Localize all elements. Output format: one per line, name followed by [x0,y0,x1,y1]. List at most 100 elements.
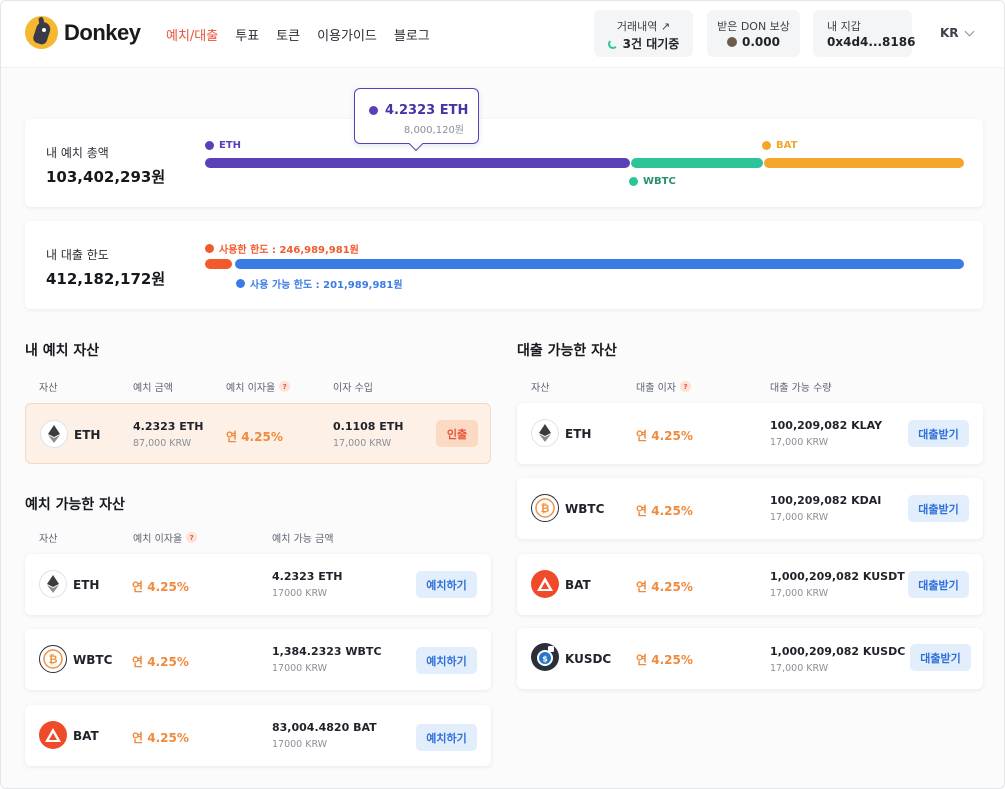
tooltip-amount: 4.2323 ETH [385,103,469,118]
asset-name: KUSDC [565,652,612,666]
col-interest: 이자 수입 [333,383,373,394]
depositable-amount-krw: 17000 KRW [272,588,328,599]
history-box[interactable]: 거래내역 ↗ 3건 대기중 [594,10,693,57]
asset-name: ETH [565,427,592,441]
help-icon[interactable]: ? [186,532,198,543]
my-deposit-row-eth[interactable]: ETH 4.2323 ETH 87,000 KRW 연 4.25% 0.1108… [25,403,491,464]
deposit-rate: 연 4.25% [132,731,189,745]
borrowable-row-eth[interactable]: ETH 연 4.25% 100,209,082 KLAY 17,000 KRW … [517,403,983,464]
borrow-button[interactable]: 대출받기 [908,495,969,522]
my-deposits-title: 내 예치 자산 [25,343,100,359]
wallet-label: 내 지갑 [827,20,861,33]
wallet-box[interactable]: 내 지갑 0x4d4...8186 [813,10,916,57]
borrowable-amount: 1,000,209,082 KUSDC [770,645,906,658]
borrowable-row-bat[interactable]: BAT 연 4.25% 1,000,209,082 KUSDT 17,000 K… [517,554,983,615]
col-asset: 자산 [39,534,58,545]
asset-name: ETH [73,578,100,592]
wallet-address: 0x4d4...8186 [827,35,916,49]
legend-used: 사용한 한도 : 246,989,981원 [205,241,359,256]
language-selector[interactable]: KR [940,26,974,40]
wbtc-icon: ₿ [531,494,559,522]
deposit-summary-card: 내 예치 총액 103,402,293원 ETH BAT WBTC [25,119,983,207]
svg-text:₿: ₿ [49,653,58,666]
nav-vote[interactable]: 투표 [235,25,259,44]
depositable-amount-krw: 17000 KRW [272,663,328,674]
col-deposit-rate: 예치 이자율? [133,530,198,545]
nav-blog[interactable]: 블로그 [394,25,430,44]
help-icon[interactable]: ? [279,381,291,392]
borrowable-amount-krw: 17,000 KRW [770,437,829,448]
col-loan-rate-label: 대출 이자 [636,383,676,394]
legend-wbtc-label: WBTC [643,176,676,187]
wbtc-bar-segment[interactable] [631,158,763,168]
loan-rate: 연 4.25% [636,429,693,443]
eth-dot-icon [205,141,214,150]
reward-label: 받은 DON 보상 [717,20,790,33]
col-deposit-rate-label: 예치 이자율 [226,383,276,394]
col-asset: 자산 [531,383,550,394]
used-dot-icon [205,244,214,253]
interest-amount: 0.1108 ETH [333,420,404,433]
col-deposit-amount: 예치 금액 [133,383,173,394]
depositable-row-eth[interactable]: ETH 연 4.25% 4.2323 ETH 17000 KRW 예치하기 [25,554,491,615]
bat-bar-segment[interactable] [764,158,964,168]
asset-name: ETH [74,428,101,442]
tooltip-dot-icon [369,106,378,115]
borrow-button[interactable]: 대출받기 [910,644,971,671]
borrowable-row-wbtc[interactable]: ₿ WBTC 연 4.25% 100,209,082 KDAI 17,000 K… [517,478,983,539]
available-dot-icon [236,279,245,288]
borrow-button[interactable]: 대출받기 [908,571,969,598]
available-bar-segment[interactable] [235,259,964,269]
deposit-rate: 연 4.25% [132,655,189,669]
history-value: 3건 대기중 [622,37,680,51]
deposit-button[interactable]: 예치하기 [416,724,477,751]
depositable-amount: 4.2323 ETH [272,570,343,583]
borrowable-row-kusdc[interactable]: $ KUSDC 연 4.25% 1,000,209,082 KUSDC 17,0… [517,628,983,689]
chevron-down-icon [964,26,974,36]
deposit-button[interactable]: 예치하기 [416,647,477,674]
legend-bat-label: BAT [776,140,798,151]
deposit-amount-krw: 87,000 KRW [133,438,192,449]
svg-text:₿: ₿ [541,502,550,515]
deposit-rate: 연 4.25% [132,580,189,594]
deposit-button[interactable]: 예치하기 [416,571,477,598]
depositable-title: 예치 가능한 자산 [25,497,125,513]
donkey-logo-icon [25,16,58,49]
legend-bat: BAT [762,140,797,151]
eth-icon [39,570,67,598]
nav-guide[interactable]: 이용가이드 [317,25,377,44]
col-deposit-rate-label: 예치 이자율 [133,534,183,545]
col-depositable-amount: 예치 가능 금액 [272,534,334,545]
tooltip-krw: 8,000,120원 [403,125,464,136]
nav-token[interactable]: 토큰 [276,25,300,44]
depositable-row-bat[interactable]: BAT 연 4.25% 83,004.4820 BAT 17000 KRW 예치… [25,705,491,766]
reward-box[interactable]: 받은 DON 보상 0.000 [707,10,800,57]
borrowable-title: 대출 가능한 자산 [517,343,617,359]
borrowable-amount-krw: 17,000 KRW [770,588,829,599]
top-header: Donkey 예치/대출 투표 토큰 이용가이드 블로그 거래내역 ↗ 3건 대… [1,1,1004,68]
app-frame: Donkey 예치/대출 투표 토큰 이용가이드 블로그 거래내역 ↗ 3건 대… [0,0,1005,789]
deposit-rate: 연 4.25% [226,430,283,444]
eth-bar-segment[interactable] [205,158,630,168]
don-coin-icon [727,37,738,47]
legend-eth: ETH [205,140,241,151]
reward-value: 0.000 [742,35,780,49]
borrow-button[interactable]: 대출받기 [908,420,969,447]
deposit-total-amount: 103,402,293원 [46,168,166,186]
logo[interactable]: Donkey [25,16,141,49]
interest-krw: 17,000 KRW [333,438,392,449]
depositable-row-wbtc[interactable]: ₿ WBTC 연 4.25% 1,384.2323 WBTC 17000 KRW… [25,629,491,690]
help-icon[interactable]: ? [679,381,691,392]
nav-deposit-loan[interactable]: 예치/대출 [166,25,218,44]
withdraw-button[interactable]: 인출 [436,420,478,447]
depositable-amount: 1,384.2323 WBTC [272,645,382,658]
asset-name: BAT [565,578,591,592]
col-asset: 자산 [39,383,58,394]
borrowable-amount: 100,209,082 KLAY [770,419,883,432]
bat-icon [531,570,559,598]
col-loan-rate: 대출 이자? [636,379,691,394]
used-limit-label: 사용한 한도 : 246,989,981원 [219,245,359,256]
loan-limit-title: 내 대출 한도 [46,248,109,262]
col-deposit-rate: 예치 이자율? [226,379,291,394]
used-bar-segment[interactable] [205,259,232,269]
